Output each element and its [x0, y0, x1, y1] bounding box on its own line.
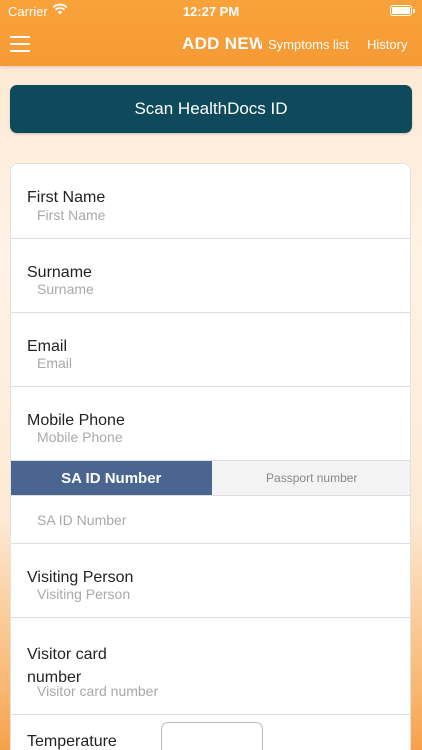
- first-name-field: First Name: [11, 164, 410, 239]
- symptoms-list-link[interactable]: Symptoms list: [268, 37, 349, 52]
- hamburger-menu-icon[interactable]: [10, 36, 30, 52]
- id-number-field: [11, 496, 410, 544]
- id-number-input[interactable]: [37, 511, 397, 529]
- status-time: 12:27 PM: [182, 4, 240, 19]
- first-name-input[interactable]: [37, 206, 397, 224]
- visitor-card-label-line1: Visitor card: [27, 646, 107, 663]
- visiting-person-field: Visiting Person: [11, 544, 410, 618]
- history-link[interactable]: History: [367, 37, 407, 52]
- page-title: ADD NEW: [182, 34, 262, 53]
- battery-icon: [390, 5, 415, 16]
- mobile-phone-field: Mobile Phone: [11, 387, 410, 461]
- surname-field: Surname: [11, 239, 410, 313]
- passport-number-tab[interactable]: Passport number: [211, 461, 410, 495]
- visitor-form: First Name Surname Email Mobile Phone SA…: [10, 163, 411, 750]
- email-field: Email: [11, 313, 410, 387]
- visitor-card-field: Visitor card number: [11, 618, 410, 715]
- temperature-label: Temperature: [27, 733, 117, 750]
- surname-input[interactable]: [37, 280, 397, 298]
- temperature-input[interactable]: [161, 722, 263, 750]
- navigation-bar: ADD NEW Symptoms list History: [0, 22, 422, 66]
- email-input[interactable]: [37, 354, 397, 372]
- status-bar: Carrier 12:27 PM: [0, 0, 422, 22]
- top-bar: Carrier 12:27 PM ADD NEW Symptoms list H…: [0, 0, 422, 66]
- first-name-label: First Name: [27, 189, 106, 206]
- sa-id-number-tab[interactable]: SA ID Number: [11, 461, 212, 495]
- scan-healthdocs-id-button[interactable]: Scan HealthDocs ID: [10, 85, 412, 133]
- mobile-phone-input[interactable]: [37, 428, 397, 446]
- id-type-segmented-control: SA ID Number Passport number: [11, 461, 410, 496]
- visiting-person-input[interactable]: [37, 585, 397, 603]
- visitor-card-input[interactable]: [37, 682, 397, 700]
